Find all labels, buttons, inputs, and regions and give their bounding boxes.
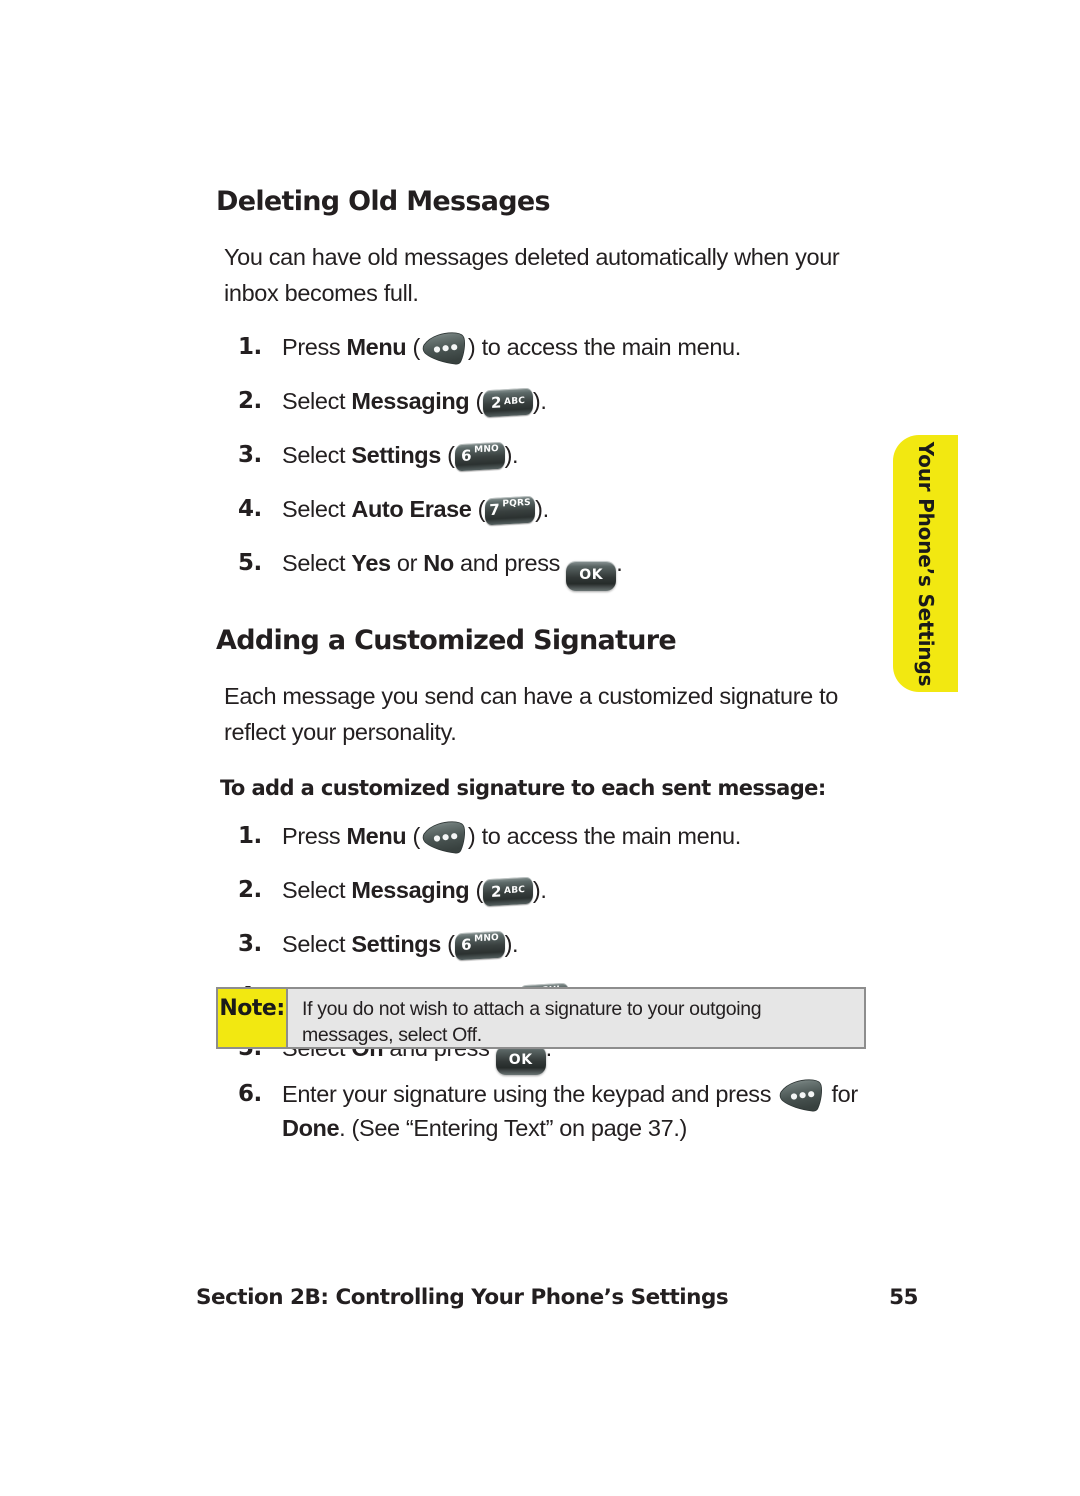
key-letters: ABC — [503, 396, 525, 408]
step-text-bold: Menu — [346, 334, 407, 360]
step-text-bold: Messaging — [351, 876, 470, 903]
step-text-mid: ( — [469, 388, 483, 414]
step-number: 1. — [238, 822, 262, 849]
page-footer: Section 2B: Controlling Your Phone’s Set… — [196, 1285, 918, 1310]
list-item: 3. Select Settings (6 MNO). — [216, 439, 888, 473]
key-letters: ABC — [503, 884, 525, 896]
step-text-pre: Select — [282, 930, 352, 957]
step-text-post: ) to access the main menu. — [467, 822, 741, 849]
step-text-bold: Settings — [351, 930, 441, 957]
step-text-pre: Enter your signature using the keypad an… — [282, 1081, 778, 1107]
step-number: 3. — [238, 930, 262, 957]
step-number: 4. — [238, 496, 262, 522]
list-item: 2. Select Messaging (2 ABC). — [216, 874, 888, 908]
key-7-pqrs-icon: 7 PQRS — [485, 495, 536, 526]
step-text-bold: Messaging — [351, 388, 470, 414]
manual-page: Your Phone’s Settings Deleting Old Messa… — [0, 0, 1080, 1496]
step-text-mid: ( — [471, 496, 486, 522]
list-item: 1. Press Menu ( ) to access the main menu. — [216, 331, 888, 365]
step-text-bold: Auto Erase — [351, 496, 472, 522]
step-text-post: . (See “Entering Text” on page 37.) — [339, 1115, 688, 1141]
step-number: 2. — [238, 388, 262, 414]
footer-section-title: Section 2B: Controlling Your Phone’s Set… — [196, 1285, 729, 1310]
step-number: 6. — [238, 1081, 262, 1107]
key-ok-icon: OK — [566, 560, 617, 591]
key-ok-icon: OK — [495, 1045, 546, 1075]
step-text-bold: Settings — [351, 442, 441, 468]
step-text-mid: ( — [440, 442, 455, 468]
key-digit: 2 — [490, 393, 501, 412]
key-digit: 7 — [489, 500, 500, 520]
side-tab-your-phones-settings: Your Phone’s Settings — [893, 435, 958, 692]
list-item: 1. Press Menu ( ) to access the main menu. — [216, 820, 888, 854]
list-item: 5. Select Yes or No and press OK. — [216, 547, 888, 591]
note-text: If you do not wish to attach a signature… — [302, 998, 762, 1046]
section2-paragraph: Each message you send can have a customi… — [224, 682, 838, 745]
step-text-pre: Select — [282, 388, 352, 414]
step-text-mid: ( — [440, 930, 455, 957]
step-text-pre: Select — [282, 876, 352, 903]
list-item: 6. Enter your signature using the keypad … — [216, 1078, 916, 1145]
section2-lead-in: To add a customized signature to each se… — [220, 775, 826, 800]
step-text-post: ) to access the main menu. — [467, 334, 741, 360]
step-text-mid: for — [825, 1081, 858, 1107]
step-text-pre: Press — [282, 822, 347, 849]
menu-softkey-icon — [420, 820, 468, 854]
step-text-post: . — [616, 550, 623, 576]
side-tab-label: Your Phone’s Settings — [913, 441, 938, 686]
key-2-abc-icon: 2 ABC — [482, 387, 533, 418]
list-item: 2. Select Messaging (2 ABC). — [216, 385, 888, 419]
step-text-post: ). — [504, 442, 519, 468]
key-digit: 6 — [460, 446, 471, 466]
section2-step6-block: 6. Enter your signature using the keypad … — [216, 1078, 916, 1145]
step-text-pre: Select — [282, 496, 352, 522]
key-digit: 6 — [460, 934, 471, 954]
step-number: 3. — [238, 442, 262, 468]
menu-softkey-icon — [420, 332, 468, 365]
step-text-bold: Menu — [346, 822, 407, 849]
step-text-pre: Select — [282, 550, 352, 576]
note-box: Note: If you do not wish to attach a sig… — [216, 987, 866, 1049]
key-letters: PQRS — [502, 497, 531, 510]
step-number: 5. — [238, 550, 262, 576]
key-6-mno-icon: 6 MNO — [454, 930, 505, 960]
step-text-bold: Yes — [351, 550, 391, 576]
footer-page-number: 55 — [889, 1285, 918, 1310]
section-heading-deleting-old-messages: Deleting Old Messages — [216, 186, 551, 217]
key-digit: 2 — [490, 881, 501, 901]
key-letters: MNO — [473, 932, 499, 944]
list-item: 3. Select Settings (6 MNO). — [216, 928, 888, 962]
step-text-mid: ( — [469, 876, 483, 903]
step-text-post: ). — [532, 876, 547, 903]
step-text-mid-2: and press — [453, 550, 567, 576]
page-content: Deleting Old Messages You can have old m… — [216, 186, 888, 1075]
section1-paragraph: You can have old messages deleted automa… — [224, 244, 840, 306]
step-text-mid: or — [390, 550, 424, 576]
section1-step-list: 1. Press Menu ( ) to access the main menu.… — [216, 331, 888, 591]
section2-step6-list: 6. Enter your signature using the keypad … — [216, 1078, 916, 1145]
step-text-bold: Done — [282, 1115, 340, 1141]
step-text-bold-2: No — [423, 550, 454, 576]
step-number: 2. — [238, 876, 262, 903]
key-ok-label: OK — [579, 567, 604, 583]
key-2-abc-icon: 2 ABC — [482, 876, 533, 906]
step-text-post: ). — [535, 496, 549, 522]
key-6-mno-icon: 6 MNO — [454, 441, 505, 472]
list-item: 4. Select Auto Erase (7 PQRS). — [216, 493, 888, 527]
step-text-mid: ( — [406, 334, 420, 360]
step-text-pre: Press — [282, 334, 347, 360]
menu-softkey-icon — [777, 1079, 825, 1112]
step-number: 1. — [238, 334, 262, 360]
step-text-post: ). — [504, 930, 519, 957]
key-letters: MNO — [473, 443, 499, 456]
section-heading-adding-customized-signature: Adding a Customized Signature — [216, 624, 677, 656]
step-text-pre: Select — [282, 442, 352, 468]
note-label: Note: — [218, 989, 288, 1047]
step-text-mid: ( — [406, 822, 420, 849]
step-text-post: ). — [532, 388, 547, 414]
